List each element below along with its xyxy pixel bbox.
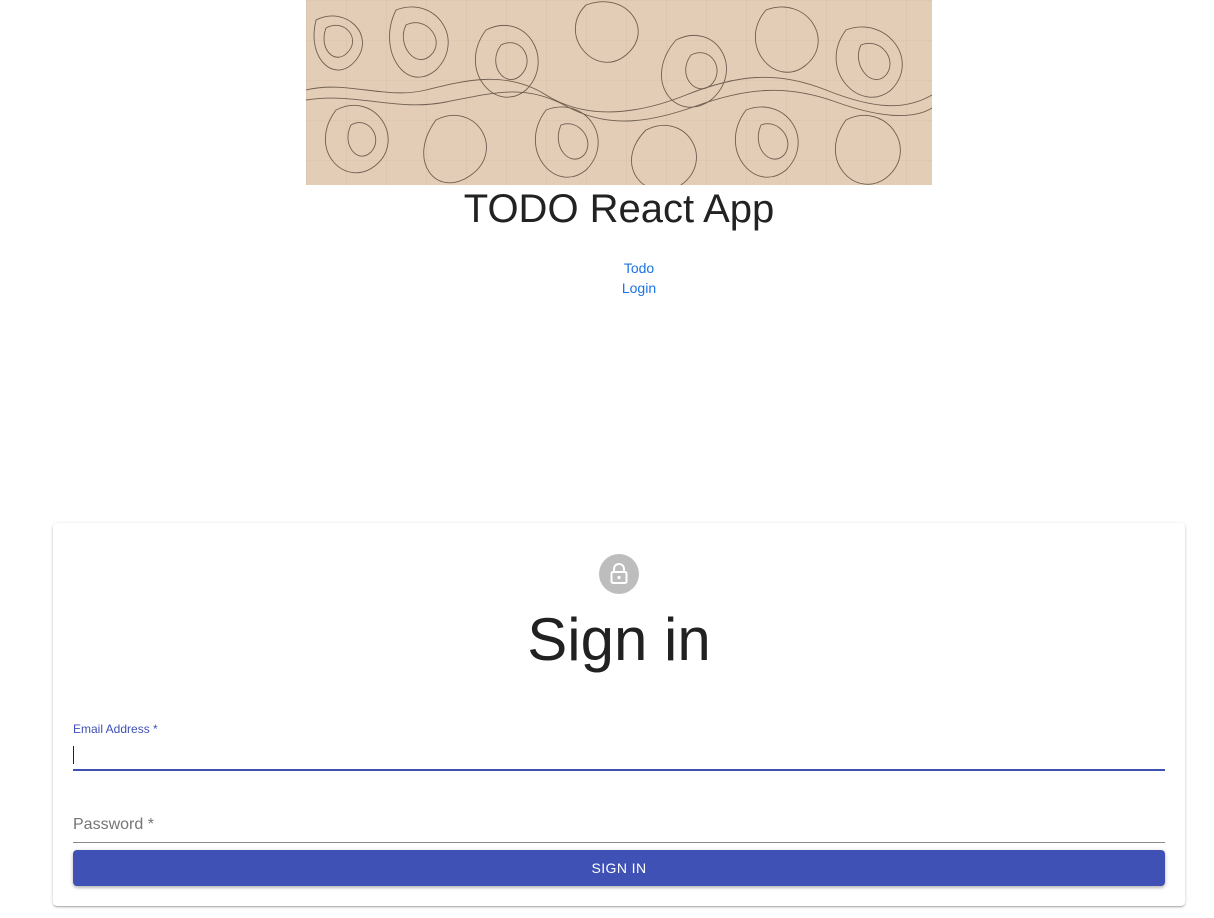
- email-label: Email Address *: [73, 722, 158, 736]
- topographic-banner-image: [306, 0, 932, 185]
- app-title: TODO React App: [463, 187, 775, 231]
- email-underline: [73, 769, 1165, 771]
- signin-button[interactable]: SIGN IN: [73, 850, 1165, 886]
- text-cursor: [73, 746, 74, 764]
- lock-icon: [610, 563, 628, 584]
- password-underline: [73, 842, 1165, 843]
- nav-link-login[interactable]: Login: [0, 278, 1214, 298]
- main-nav: Todo Login: [0, 258, 1214, 298]
- password-input[interactable]: [73, 813, 1165, 843]
- email-input[interactable]: [73, 741, 1165, 771]
- email-field: Email Address *: [73, 719, 1165, 771]
- password-field: Password *: [73, 809, 1165, 843]
- signin-card: Sign in Email Address * Password * SIGN …: [53, 523, 1185, 906]
- signin-title: Sign in: [527, 606, 711, 673]
- avatar: [599, 554, 639, 594]
- nav-link-todo[interactable]: Todo: [0, 258, 1214, 278]
